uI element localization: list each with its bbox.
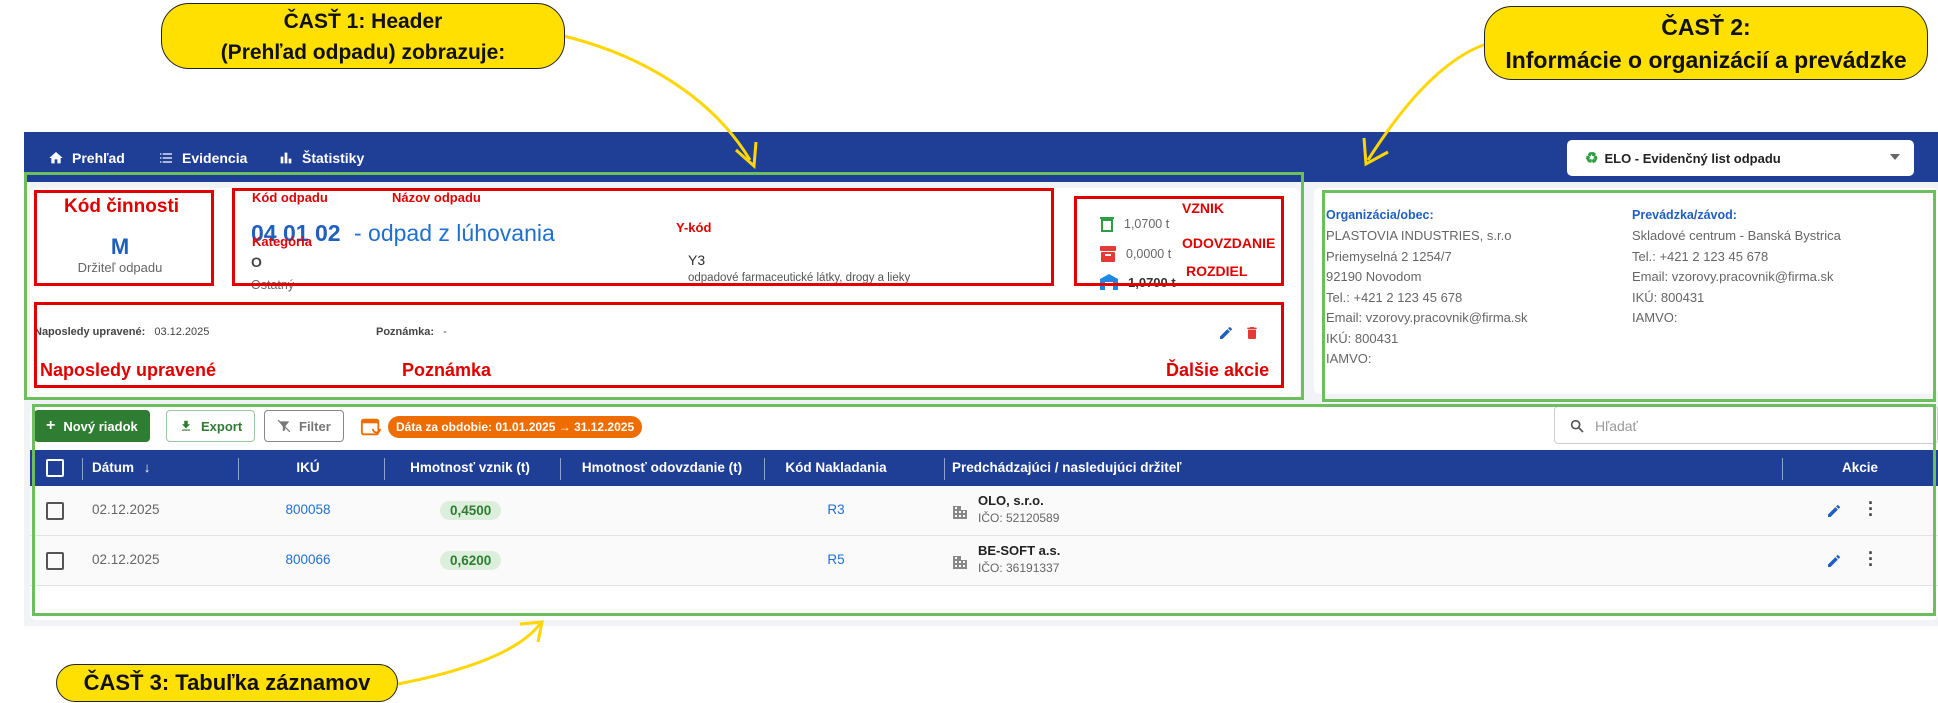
home-icon (49, 152, 63, 164)
annotation-label-kategoria: Kategória (252, 234, 312, 249)
annotation-green-part3 (32, 404, 1936, 616)
callout-part2: ČASŤ 2: Informácie o organizácií a prevá… (1484, 6, 1928, 80)
annotation-label-odovzdanie: ODOVZDANIE (1182, 235, 1276, 251)
callout-part3: ČASŤ 3: Tabuľka záznamov (56, 664, 398, 702)
document-type-select[interactable]: ♻ ELO - Evidenčný list odpadu (1567, 140, 1914, 176)
list-icon (160, 153, 172, 163)
callout-part1-line1: ČASŤ 1: Header (283, 10, 443, 33)
chevron-down-icon (1890, 154, 1900, 160)
callout-part2-line2: Informácie o organizácií a prevádzke (1505, 47, 1907, 73)
nav-item-statistiky[interactable]: Štatistiky (278, 148, 364, 168)
annotation-label-nazov-odpadu: Názov odpadu (392, 190, 481, 205)
nav-label: Štatistiky (302, 150, 365, 166)
nav-label: Evidencia (182, 150, 248, 166)
annotation-label-rozdiel: ROZDIEL (1186, 263, 1248, 279)
bar-chart-icon (280, 152, 292, 164)
annotation-box-waste (232, 188, 1054, 286)
annotation-label-vznik: VZNIK (1182, 200, 1224, 216)
callout-part1: ČASŤ 1: Header (Prehľad odpadu) zobrazuj… (161, 3, 565, 69)
annotation-green-part2 (1322, 190, 1936, 402)
nav-item-evidencia[interactable]: Evidencia (158, 148, 247, 168)
callout-part1-line2: (Prehľad odpadu) zobrazuje: (220, 41, 506, 64)
recycle-icon: ♻ (1585, 150, 1599, 167)
nav-item-prehlad[interactable]: Prehľad (48, 148, 125, 168)
annotation-label-activity-code: Kód činnosti (64, 196, 180, 217)
annotation-box-meta (34, 302, 1284, 388)
annotation-label-kod-odpadu: Kód odpadu (252, 190, 328, 205)
annotation-label-poznamka: Poznámka (402, 360, 492, 380)
select-value: ELO - Evidenčný list odpadu (1604, 150, 1781, 166)
annotation-label-naposledy: Naposledy upravené (40, 360, 217, 380)
nav-label: Prehľad (72, 150, 125, 166)
callout-part2-line1: ČASŤ 2: (1661, 14, 1751, 40)
annotation-label-y-kod: Y-kód (676, 220, 712, 235)
annotation-label-dalsie-akcie: Ďalšie akcie (1166, 360, 1270, 380)
